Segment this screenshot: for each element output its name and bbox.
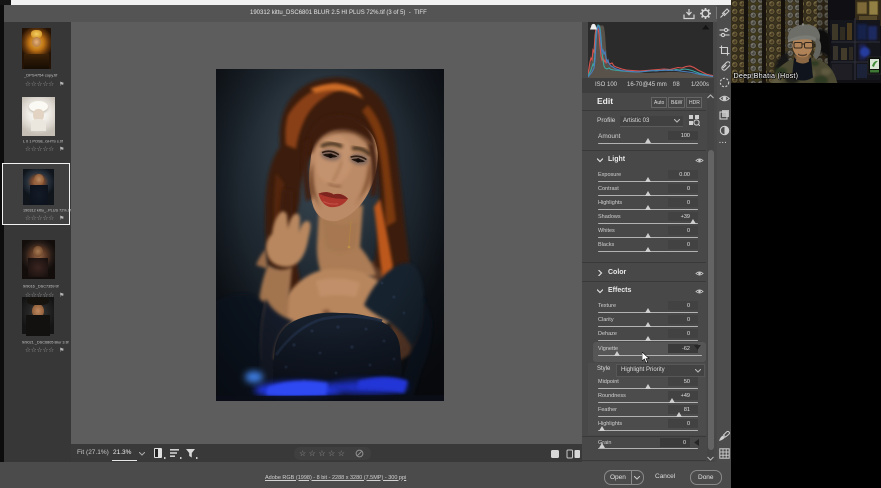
svg-text:Deep Bhatia (Host): Deep Bhatia (Host) bbox=[734, 71, 799, 80]
